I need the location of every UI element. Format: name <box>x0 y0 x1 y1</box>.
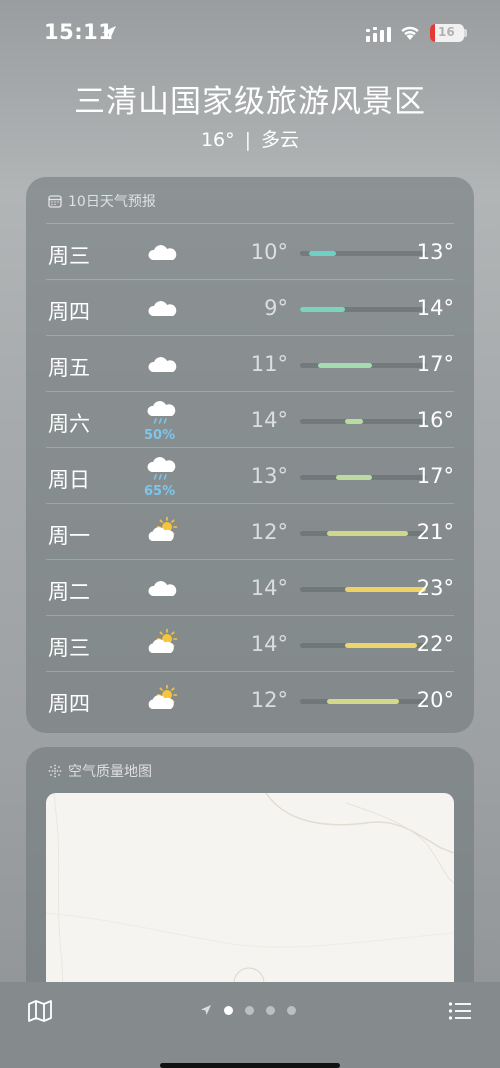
temperature-range-bar <box>300 307 426 312</box>
forecast-day: 周二 <box>48 580 90 604</box>
high-temperature: 16° <box>416 408 454 432</box>
cloud-icon <box>148 581 177 596</box>
precipitation-chance: 65% <box>144 484 176 499</box>
temperature-range-bar <box>300 419 426 424</box>
status-bar: 15:11 16 <box>0 0 500 66</box>
low-temperature: 13° <box>250 464 288 488</box>
cloud-icon <box>148 301 177 316</box>
air-quality-title-text: 空气质量地图 <box>68 764 152 780</box>
cellular-signal-icon <box>366 27 391 42</box>
battery-percentage: 16 <box>438 25 455 39</box>
high-temperature: 23° <box>416 576 454 600</box>
temperature-range-fill <box>327 699 399 704</box>
forecast-row[interactable]: 周一 12° 21° <box>46 503 454 559</box>
low-temperature: 12° <box>250 688 288 712</box>
page-dot[interactable] <box>245 1005 254 1015</box>
partly-sunny-icon <box>148 684 178 709</box>
temperature-range-fill <box>345 587 426 592</box>
forecast-row[interactable]: 周日 65% 13° 17° <box>46 447 454 503</box>
list-icon[interactable] <box>448 1000 472 1022</box>
forecast-day: 周四 <box>48 300 90 324</box>
temperature-range-bar <box>300 531 426 536</box>
conditions-separator: | <box>244 129 252 151</box>
temperature-range-fill <box>318 363 372 368</box>
forecast-row[interactable]: 周二 14° 23° <box>46 559 454 615</box>
current-condition: 多云 <box>261 129 300 151</box>
temperature-range-bar <box>300 643 426 648</box>
temperature-range-fill <box>345 419 363 424</box>
precipitation-chance: 50% <box>144 428 176 443</box>
temperature-range-fill <box>327 531 408 536</box>
high-temperature: 21° <box>416 520 454 544</box>
map-icon[interactable] <box>28 1000 52 1022</box>
current-conditions: 16° | 多云 <box>0 125 500 152</box>
low-temperature: 14° <box>250 576 288 600</box>
forecast-row[interactable]: 周三 10° 13° <box>46 223 454 279</box>
forecast-row[interactable]: 周六 50% 14° 16° <box>46 391 454 447</box>
partly-sunny-icon <box>148 628 178 653</box>
low-temperature: 12° <box>250 520 288 544</box>
partly-sunny-icon <box>148 516 178 541</box>
forecast-day: 周五 <box>48 356 90 380</box>
temperature-range-bar <box>300 587 426 592</box>
location-arrow-icon <box>102 26 116 40</box>
cloud-rain-icon <box>147 401 176 424</box>
temperature-range-fill <box>345 643 417 648</box>
cloud-icon <box>148 357 177 372</box>
low-temperature: 14° <box>250 408 288 432</box>
forecast-day: 周日 <box>48 468 90 492</box>
high-temperature: 22° <box>416 632 454 656</box>
cloud-rain-icon <box>147 457 176 480</box>
current-temperature: 16° <box>200 129 235 151</box>
temperature-range-fill <box>300 307 345 312</box>
page-dot[interactable] <box>266 1005 275 1015</box>
forecast-day: 周四 <box>48 692 90 716</box>
temperature-range-fill <box>309 251 336 256</box>
low-temperature: 11° <box>250 352 288 376</box>
high-temperature: 17° <box>416 464 454 488</box>
ten-day-forecast-card[interactable]: 10日天气预报 周三 10° 13° 周四 9° 14° 周五 11° 17° … <box>26 177 474 733</box>
battery-cap <box>464 29 467 37</box>
forecast-row[interactable]: 周三 14° 22° <box>46 615 454 671</box>
location-header: 三清山国家级旅游风景区 16° | 多云 <box>0 76 500 152</box>
forecast-card-title: 10日天气预报 <box>48 191 156 211</box>
page-dot[interactable] <box>224 1005 233 1015</box>
temperature-range-bar <box>300 251 426 256</box>
forecast-day: 周六 <box>48 412 90 436</box>
cloud-icon <box>148 245 177 260</box>
forecast-day: 周一 <box>48 524 90 548</box>
bottom-toolbar <box>0 982 500 1068</box>
temperature-range-bar <box>300 363 426 368</box>
battery-icon: 16 <box>430 24 464 42</box>
high-temperature: 17° <box>416 352 454 376</box>
page-dot[interactable] <box>287 1005 296 1015</box>
location-name: 三清山国家级旅游风景区 <box>74 84 426 120</box>
high-temperature: 14° <box>416 296 454 320</box>
temperature-range-fill <box>336 475 372 480</box>
air-quality-dots-icon <box>48 764 62 778</box>
temperature-range-bar <box>300 699 426 704</box>
forecast-day: 周三 <box>48 636 90 660</box>
forecast-rows: 周三 10° 13° 周四 9° 14° 周五 11° 17° 周六 50% 1… <box>26 223 474 727</box>
current-location-arrow-icon <box>201 1005 211 1015</box>
battery-level-fill <box>430 24 435 42</box>
calendar-icon <box>48 195 62 208</box>
forecast-day: 周三 <box>48 244 90 268</box>
forecast-row[interactable]: 周五 11° 17° <box>46 335 454 391</box>
forecast-title-text: 10日天气预报 <box>68 194 156 210</box>
forecast-row[interactable]: 周四 9° 14° <box>46 279 454 335</box>
low-temperature: 9° <box>264 296 288 320</box>
low-temperature: 10° <box>250 240 288 264</box>
page-indicator[interactable] <box>200 1004 296 1016</box>
wifi-icon <box>401 26 419 40</box>
forecast-row[interactable]: 周四 12° 20° <box>46 671 454 727</box>
home-indicator[interactable] <box>160 1063 340 1068</box>
high-temperature: 13° <box>416 240 454 264</box>
air-quality-card-title: 空气质量地图 <box>48 761 152 781</box>
low-temperature: 14° <box>250 632 288 656</box>
high-temperature: 20° <box>416 688 454 712</box>
temperature-range-bar <box>300 475 426 480</box>
